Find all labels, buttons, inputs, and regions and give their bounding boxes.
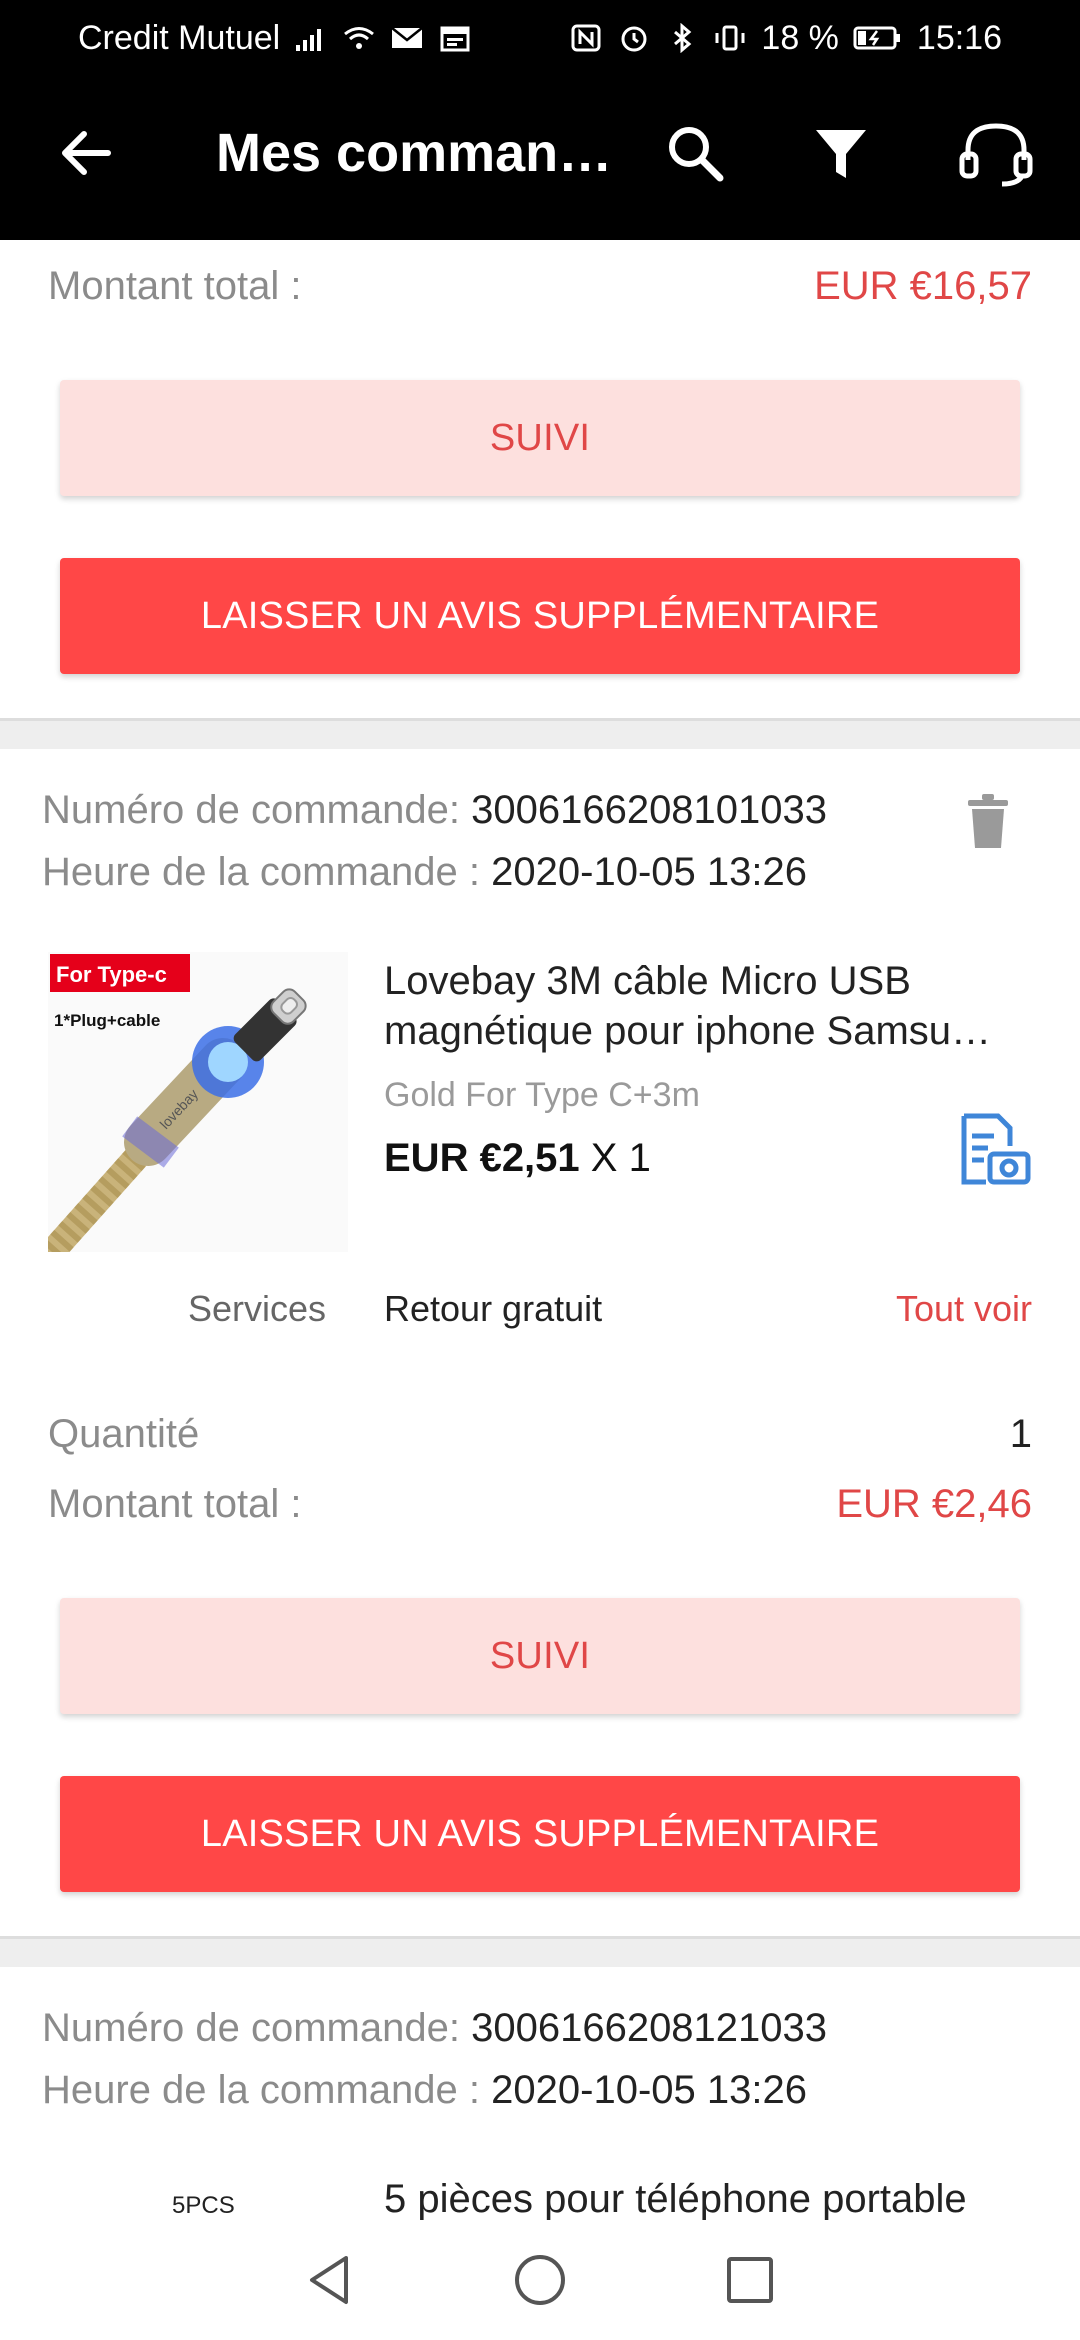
services-value: Retour gratuit [384,1288,603,1329]
track-button[interactable]: SUIVI [60,1598,1020,1714]
order-time-value: 2020-10-05 13:26 [491,850,807,894]
system-nav-bar [0,2220,1080,2340]
filter-icon[interactable] [806,118,876,188]
order-time-line: Heure de la commande : 2020-10-05 13:26 [42,2068,807,2113]
order-divider [0,1936,1080,1967]
services-label: Services [188,1288,327,1329]
product-variant: Gold For Type C+3m [384,1076,700,1114]
product-image-tag: 5PCS [172,2192,235,2219]
customer-support-icon[interactable] [956,118,1036,188]
quantity-row: Quantité 1 [48,1412,1032,1457]
nav-back-icon[interactable] [300,2250,360,2310]
nfc-icon [571,24,601,52]
order-time-value: 2020-10-05 13:26 [491,2068,807,2112]
signal-icon [296,29,322,51]
product-title[interactable]: Lovebay 3M câble Micro USB magnétique po… [384,956,1014,1056]
order-prev-total-row: Montant total : EUR €16,57 [48,264,1032,309]
order-number-label: Numéro de commande: [42,788,460,832]
quantity-label: Quantité [48,1412,200,1456]
total-label: Montant total : [48,1482,302,1526]
review-button[interactable]: LAISSER UN AVIS SUPPLÉMENTAIRE [60,1776,1020,1892]
trash-icon[interactable] [966,794,1010,850]
image-badge: For Type-c [56,962,167,987]
order-divider [0,718,1080,749]
battery-icon [853,26,900,50]
total-value: EUR €16,57 [814,264,1032,308]
back-arrow-icon[interactable] [52,118,122,188]
total-label: Montant total : [48,264,302,308]
track-button[interactable]: SUIVI [60,380,1020,496]
nav-recents-icon[interactable] [720,2250,780,2310]
page-title: Mes comman… [216,123,613,183]
orders-list[interactable]: Montant total : EUR €16,57 SUIVI LAISSER… [0,240,1080,2220]
nav-home-icon[interactable] [510,2250,570,2310]
total-value: EUR €2,46 [836,1482,1032,1526]
app-bar: Mes comman… [0,90,1080,220]
total-row: Montant total : EUR €2,46 [48,1482,1032,1527]
product-price-line: EUR €2,51 X 1 [384,1136,651,1181]
image-caption: 1*Plug+cable [54,1011,160,1030]
quantity-value: 1 [1009,1412,1032,1456]
order-number-label: Numéro de commande: [42,2006,460,2050]
order-number-value: 3006166208101033 [471,788,828,832]
product-price: EUR €2,51 [384,1136,580,1180]
vibrate-icon [715,25,745,51]
product-image[interactable]: For Type-c 1*Plug+cable lovebay [48,952,348,1252]
cable-image: For Type-c 1*Plug+cable lovebay [48,952,348,1252]
see-all-link[interactable]: Tout voir [896,1288,1032,1330]
calendar-icon [440,26,470,52]
review-button[interactable]: LAISSER UN AVIS SUPPLÉMENTAIRE [60,558,1020,674]
bluetooth-icon [674,23,692,53]
product-title[interactable]: 5 pièces pour téléphone portable [384,2174,1014,2220]
alarm-icon [621,26,647,52]
order-time-label: Heure de la commande : [42,2068,481,2112]
search-icon[interactable] [660,118,730,188]
product-quantity-mult: X 1 [590,1136,651,1180]
order-time-line: Heure de la commande : 2020-10-05 13:26 [42,850,807,895]
status-bar: Credit Mutuel 18 % 15:16 [78,14,1002,62]
wifi-icon [344,27,375,49]
carrier-name: Credit Mutuel [78,18,281,57]
clock-time: 15:16 [916,18,1002,57]
mail-icon [391,27,423,48]
order-number-line: Numéro de commande: 3006166208121033 [42,2006,827,2051]
battery-percent: 18 % [761,18,839,57]
photo-review-icon[interactable] [958,1112,1032,1186]
order-time-label: Heure de la commande : [42,850,481,894]
order-number-value: 3006166208121033 [471,2006,828,2050]
order-number-line: Numéro de commande: 3006166208101033 [42,788,827,833]
top-bar: Credit Mutuel 18 % 15:16 Mes comman… [0,0,1080,240]
